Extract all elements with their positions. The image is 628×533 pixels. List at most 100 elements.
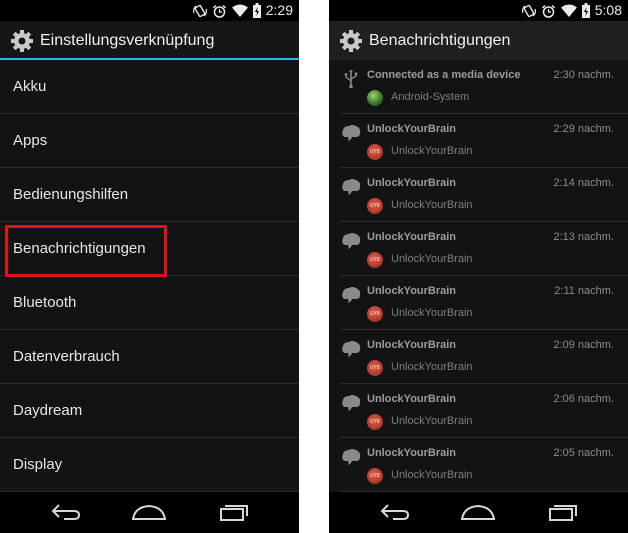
settings-item-akku[interactable]: Akku (0, 60, 299, 114)
app-logo-text: UYB (369, 473, 381, 479)
settings-item-display[interactable]: Display (0, 438, 299, 492)
app-logo-text: UYB (369, 311, 381, 317)
notification-item[interactable]: UnlockYourBrain 2:29 nachm. UYB UnlockYo… (329, 114, 628, 168)
battery-icon (581, 3, 590, 18)
settings-item-label: Display (13, 456, 63, 473)
settings-item-label: Daydream (13, 402, 83, 419)
recent-apps-icon[interactable] (219, 503, 249, 521)
brain-icon (342, 341, 361, 357)
settings-item-daydream[interactable]: Daydream (0, 384, 299, 438)
notification-item[interactable]: Connected as a media device 2:30 nachm. … (329, 60, 628, 114)
notification-item[interactable]: UnlockYourBrain 2:11 nachm. UYB UnlockYo… (329, 276, 628, 330)
unlockyourbrain-app-icon: UYB (367, 198, 383, 214)
notification-time: 2:30 nachm. (553, 69, 614, 81)
recent-apps-icon[interactable] (548, 503, 578, 521)
notification-app-name: UnlockYourBrain (391, 361, 473, 373)
page-title: Benachrichtigungen (369, 31, 511, 49)
notification-time: 2:14 nachm. (553, 177, 614, 189)
settings-item-benachrichtigungen[interactable]: Benachrichtigungen (0, 222, 299, 277)
unlockyourbrain-app-icon: UYB (367, 360, 383, 376)
notification-app-name: UnlockYourBrain (391, 415, 473, 427)
brain-icon (342, 449, 361, 465)
notification-item[interactable]: UnlockYourBrain 2:13 nachm. UYB UnlockYo… (329, 222, 628, 276)
notification-time: 2:05 nachm. (553, 447, 614, 459)
unlockyourbrain-app-icon: UYB (367, 414, 383, 430)
app-logo-text: UYB (369, 257, 381, 263)
settings-item-bluetooth[interactable]: Bluetooth (0, 276, 299, 330)
settings-item-apps[interactable]: Apps (0, 114, 299, 168)
status-bar: 5:08 (329, 0, 628, 21)
notification-title: UnlockYourBrain (367, 393, 457, 405)
page-title: Einstellungsverknüpfung (40, 31, 215, 49)
notification-app-name: UnlockYourBrain (391, 145, 473, 157)
brain-icon (342, 395, 361, 411)
notification-log-list: Connected as a media device 2:30 nachm. … (329, 60, 628, 492)
unlockyourbrain-app-icon: UYB (367, 252, 383, 268)
settings-item-label: Apps (13, 132, 48, 149)
app-logo-text: UYB (369, 365, 381, 371)
notification-time: 2:09 nachm. (553, 339, 614, 351)
settings-item-datenverbrauch[interactable]: Datenverbrauch (0, 330, 299, 384)
brain-icon (342, 287, 361, 303)
notification-time: 2:06 nachm. (553, 393, 614, 405)
notification-app-name: Android-System (391, 91, 470, 103)
notification-title: Connected as a media device (367, 69, 521, 81)
settings-item-label: Akku (13, 78, 47, 95)
navigation-bar (0, 492, 299, 533)
notification-title: UnlockYourBrain (367, 285, 457, 297)
brain-icon (342, 125, 361, 141)
android-system-icon (367, 90, 383, 106)
notification-item[interactable]: UnlockYourBrain 2:14 nachm. UYB UnlockYo… (329, 168, 628, 222)
brain-icon (342, 233, 361, 249)
notification-title: UnlockYourBrain (367, 123, 457, 135)
settings-item-bedienungshilfen[interactable]: Bedienungshilfen (0, 168, 299, 222)
wifi-icon (560, 4, 577, 17)
app-logo-text: UYB (369, 149, 381, 155)
navigation-bar (329, 492, 628, 533)
notification-time: 2:13 nachm. (553, 231, 614, 243)
unlockyourbrain-app-icon: UYB (367, 144, 383, 160)
alarm-icon (212, 4, 226, 18)
right-phone-screen: 5:08 Benachrichtigungen Connected as a m… (329, 0, 628, 533)
settings-item-label: Bedienungshilfen (13, 186, 129, 203)
status-time: 2:29 (265, 2, 293, 18)
notification-app-name: UnlockYourBrain (391, 307, 473, 319)
notification-title: UnlockYourBrain (367, 177, 457, 189)
unlockyourbrain-app-icon: UYB (367, 468, 383, 484)
notification-title: UnlockYourBrain (367, 231, 457, 243)
notification-app-name: UnlockYourBrain (391, 469, 473, 481)
notification-app-name: UnlockYourBrain (391, 199, 473, 211)
notification-item[interactable]: UnlockYourBrain 2:06 nachm. UYB UnlockYo… (329, 384, 628, 438)
app-logo-text: UYB (369, 203, 381, 209)
left-phone-screen: 2:29 Einstellungsverknüpfung Akku Apps B… (0, 0, 299, 533)
settings-list: Akku Apps Bedienungshilfen Benachrichtig… (0, 60, 299, 492)
notification-app-name: UnlockYourBrain (391, 253, 473, 265)
home-icon[interactable] (460, 503, 496, 521)
action-bar: Benachrichtigungen (329, 21, 628, 60)
settings-gear-icon (340, 29, 362, 52)
back-icon[interactable] (379, 503, 411, 521)
notification-item[interactable]: UnlockYourBrain 2:09 nachm. UYB UnlockYo… (329, 330, 628, 384)
settings-item-label: Benachrichtigungen (13, 240, 146, 257)
settings-item-label: Datenverbrauch (13, 348, 120, 365)
notification-time: 2:11 nachm. (554, 285, 614, 297)
brain-icon (342, 179, 361, 195)
status-time: 5:08 (594, 2, 622, 18)
action-bar: Einstellungsverknüpfung (0, 21, 299, 60)
app-logo-text: UYB (369, 419, 381, 425)
battery-icon (252, 3, 261, 18)
notification-item[interactable]: UnlockYourBrain 2:05 nachm. UYB UnlockYo… (329, 438, 628, 492)
notification-title: UnlockYourBrain (367, 447, 457, 459)
alarm-icon (541, 4, 555, 18)
notification-title: UnlockYourBrain (367, 339, 457, 351)
wifi-icon (231, 4, 248, 17)
rotate-icon (521, 4, 536, 17)
back-icon[interactable] (50, 503, 82, 521)
notification-time: 2:29 nachm. (553, 123, 614, 135)
unlockyourbrain-app-icon: UYB (367, 306, 383, 322)
usb-icon (344, 69, 358, 89)
rotate-icon (192, 4, 207, 17)
settings-gear-icon (11, 29, 33, 52)
home-icon[interactable] (131, 503, 167, 521)
settings-item-label: Bluetooth (13, 294, 77, 311)
